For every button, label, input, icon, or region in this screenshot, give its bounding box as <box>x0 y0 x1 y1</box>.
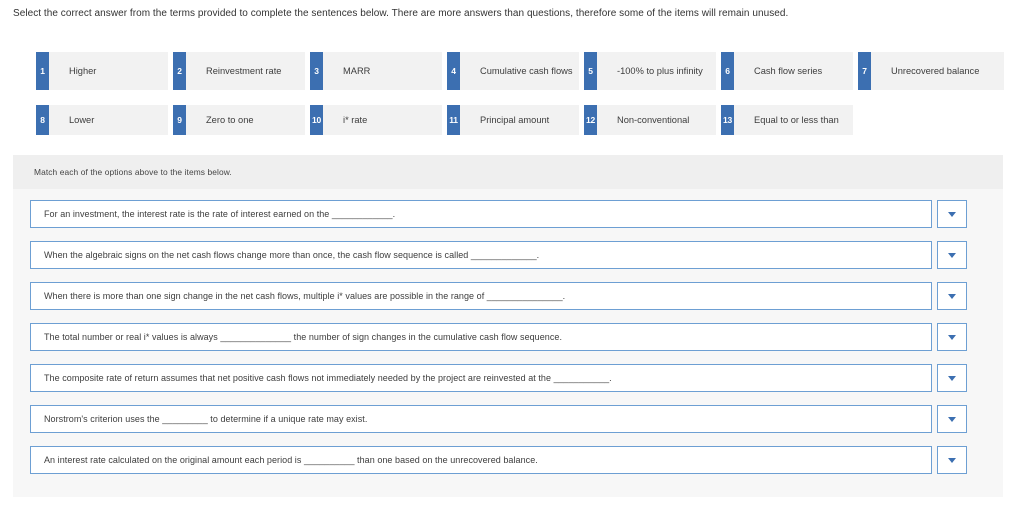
term-option-number: 2 <box>173 52 186 90</box>
term-option-number: 10 <box>310 105 323 135</box>
term-option-number: 13 <box>721 105 734 135</box>
answer-dropdown-6[interactable] <box>937 405 967 433</box>
answer-dropdown-1[interactable] <box>937 200 967 228</box>
term-option-label: Reinvestment rate <box>206 66 282 76</box>
matching-statement-box: The composite rate of return assumes tha… <box>30 364 932 392</box>
matching-row-7: An interest rate calculated on the origi… <box>30 446 967 474</box>
term-option-label: MARR <box>343 66 371 76</box>
term-option-6[interactable]: 6 Cash flow series <box>721 52 853 90</box>
term-option-2[interactable]: 2 Reinvestment rate <box>173 52 305 90</box>
matching-statement-box: The total number or real i* values is al… <box>30 323 932 351</box>
term-option-label: Zero to one <box>206 115 254 125</box>
term-option-number: 3 <box>310 52 323 90</box>
matching-statement-box: When the algebraic signs on the net cash… <box>30 241 932 269</box>
matching-panel-instruction: Match each of the options above to the i… <box>34 167 232 177</box>
matching-panel-body: For an investment, the interest rate is … <box>13 189 1003 474</box>
chevron-down-icon <box>948 416 956 422</box>
term-option-number: 5 <box>584 52 597 90</box>
term-bank: 1 Higher 2 Reinvestment rate 3 MARR 4 Cu… <box>36 52 1006 135</box>
term-option-number: 1 <box>36 52 49 90</box>
answer-dropdown-4[interactable] <box>937 323 967 351</box>
term-option-label: i* rate <box>343 115 368 125</box>
term-bank-row-2: 8 Lower 9 Zero to one 10 i* rate 11 Prin… <box>36 105 1006 135</box>
term-option-5[interactable]: 5 -100% to plus infinity <box>584 52 716 90</box>
matching-row-6: Norstrom's criterion uses the _________ … <box>30 405 967 433</box>
chevron-down-icon <box>948 457 956 463</box>
matching-statement-text: An interest rate calculated on the origi… <box>44 455 538 465</box>
matching-row-2: When the algebraic signs on the net cash… <box>30 241 967 269</box>
term-option-number: 11 <box>447 105 460 135</box>
matching-statement-text: Norstrom's criterion uses the _________ … <box>44 414 368 424</box>
answer-dropdown-7[interactable] <box>937 446 967 474</box>
term-option-4[interactable]: 4 Cumulative cash flows <box>447 52 579 90</box>
page-instruction: Select the correct answer from the terms… <box>13 8 789 19</box>
chevron-down-icon <box>948 252 956 258</box>
chevron-down-icon <box>948 293 956 299</box>
term-option-number: 4 <box>447 52 460 90</box>
term-option-label: Non-conventional <box>617 115 690 125</box>
matching-statement-text: For an investment, the interest rate is … <box>44 209 396 219</box>
term-option-label: Unrecovered balance <box>891 66 980 76</box>
matching-statement-text: The composite rate of return assumes tha… <box>44 373 612 383</box>
term-option-label: -100% to plus infinity <box>617 66 703 76</box>
matching-statement-text: The total number or real i* values is al… <box>44 332 563 342</box>
term-bank-row-1: 1 Higher 2 Reinvestment rate 3 MARR 4 Cu… <box>36 52 1006 90</box>
term-option-10[interactable]: 10 i* rate <box>310 105 442 135</box>
matching-statement-box: For an investment, the interest rate is … <box>30 200 932 228</box>
matching-row-1: For an investment, the interest rate is … <box>30 200 967 228</box>
term-option-label: Higher <box>69 66 97 76</box>
term-option-label: Principal amount <box>480 115 550 125</box>
matching-panel-header: Match each of the options above to the i… <box>13 155 1003 189</box>
matching-statement-box: An interest rate calculated on the origi… <box>30 446 932 474</box>
term-option-number: 8 <box>36 105 49 135</box>
matching-row-4: The total number or real i* values is al… <box>30 323 967 351</box>
term-option-number: 6 <box>721 52 734 90</box>
answer-dropdown-5[interactable] <box>937 364 967 392</box>
matching-statement-box: When there is more than one sign change … <box>30 282 932 310</box>
matching-row-5: The composite rate of return assumes tha… <box>30 364 967 392</box>
term-option-number: 7 <box>858 52 871 90</box>
term-option-label: Cumulative cash flows <box>480 66 573 76</box>
term-option-label: Equal to or less than <box>754 115 839 125</box>
term-option-3[interactable]: 3 MARR <box>310 52 442 90</box>
matching-statement-box: Norstrom's criterion uses the _________ … <box>30 405 932 433</box>
chevron-down-icon <box>948 211 956 217</box>
chevron-down-icon <box>948 375 956 381</box>
matching-statement-text: When there is more than one sign change … <box>44 291 566 301</box>
term-option-9[interactable]: 9 Zero to one <box>173 105 305 135</box>
matching-panel: Match each of the options above to the i… <box>13 155 1003 497</box>
term-option-11[interactable]: 11 Principal amount <box>447 105 579 135</box>
term-option-number: 9 <box>173 105 186 135</box>
answer-dropdown-2[interactable] <box>937 241 967 269</box>
term-option-7[interactable]: 7 Unrecovered balance <box>858 52 1004 90</box>
term-option-13[interactable]: 13 Equal to or less than <box>721 105 853 135</box>
term-option-number: 12 <box>584 105 597 135</box>
matching-question-page: Select the correct answer from the terms… <box>0 0 1024 523</box>
answer-dropdown-3[interactable] <box>937 282 967 310</box>
term-option-8[interactable]: 8 Lower <box>36 105 168 135</box>
matching-statement-text: When the algebraic signs on the net cash… <box>44 250 540 260</box>
chevron-down-icon <box>948 334 956 340</box>
term-option-1[interactable]: 1 Higher <box>36 52 168 90</box>
term-option-label: Cash flow series <box>754 66 823 76</box>
matching-row-3: When there is more than one sign change … <box>30 282 967 310</box>
term-option-label: Lower <box>69 115 95 125</box>
term-option-12[interactable]: 12 Non-conventional <box>584 105 716 135</box>
